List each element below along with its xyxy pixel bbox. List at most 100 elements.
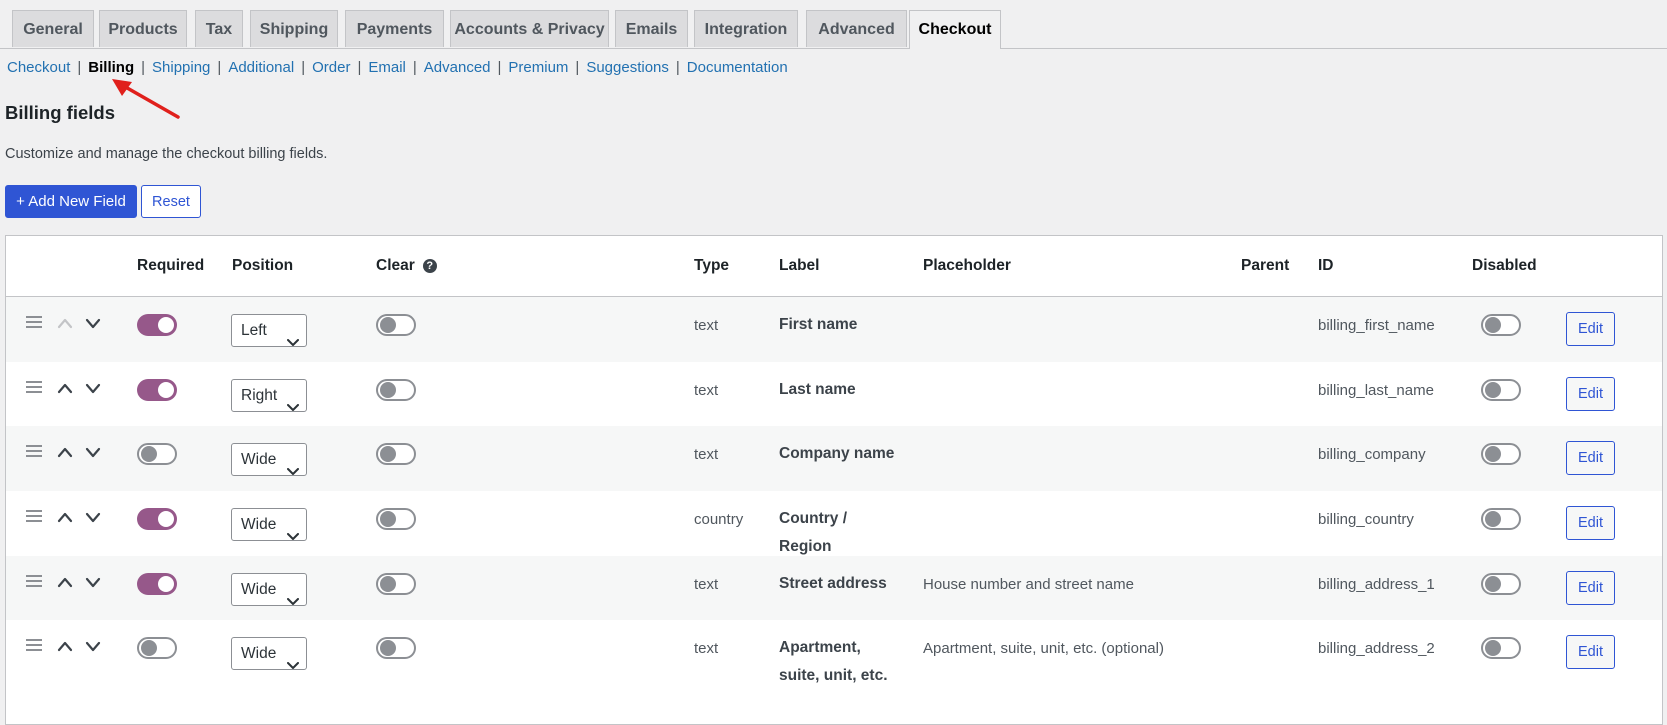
edit-button[interactable]: Edit xyxy=(1566,312,1615,346)
position-select[interactable]: Wide xyxy=(231,508,307,541)
position-select-value: Right xyxy=(241,387,278,404)
subnav-separator: | xyxy=(497,59,502,76)
disabled-toggle-knob xyxy=(1485,576,1501,592)
required-toggle[interactable] xyxy=(137,508,177,530)
clear-toggle[interactable] xyxy=(376,314,416,336)
subnav-separator: | xyxy=(357,59,362,76)
tab-products[interactable]: Products xyxy=(99,10,187,47)
position-select-value: Wide xyxy=(241,451,277,468)
required-toggle[interactable] xyxy=(137,573,177,595)
move-up-icon[interactable] xyxy=(56,380,74,396)
required-toggle-knob xyxy=(158,317,174,333)
help-icon[interactable]: ? xyxy=(422,259,437,273)
disabled-toggle[interactable] xyxy=(1481,314,1521,336)
header-clear: Clear? xyxy=(376,236,437,296)
header-label: Label xyxy=(779,257,820,274)
disabled-toggle[interactable] xyxy=(1481,573,1521,595)
position-select[interactable]: Left xyxy=(231,314,307,347)
edit-button[interactable]: Edit xyxy=(1566,635,1615,669)
disabled-toggle[interactable] xyxy=(1481,443,1521,465)
move-up-icon[interactable] xyxy=(56,444,74,460)
move-down-icon[interactable] xyxy=(84,574,102,590)
drag-handle-icon[interactable] xyxy=(26,639,42,653)
clear-toggle[interactable] xyxy=(376,508,416,530)
position-select[interactable]: Wide xyxy=(231,443,307,476)
move-down-icon[interactable] xyxy=(84,638,102,654)
subnav-premium[interactable]: Premium xyxy=(508,59,568,76)
position-select[interactable]: Right xyxy=(231,379,307,412)
required-toggle[interactable] xyxy=(137,443,177,465)
clear-toggle-knob xyxy=(380,317,396,333)
tab-general[interactable]: General xyxy=(12,10,94,47)
subnav-documentation[interactable]: Documentation xyxy=(687,59,788,76)
subnav-advanced[interactable]: Advanced xyxy=(424,59,491,76)
drag-handle-icon[interactable] xyxy=(26,381,42,395)
required-toggle-knob xyxy=(158,576,174,592)
field-type: country xyxy=(694,511,744,528)
tab-accounts-privacy[interactable]: Accounts & Privacy xyxy=(450,10,609,47)
tab-emails[interactable]: Emails xyxy=(615,10,688,47)
clear-toggle[interactable] xyxy=(376,443,416,465)
drag-handle-icon[interactable] xyxy=(26,445,42,459)
field-type: text xyxy=(694,317,719,334)
annotation-arrow xyxy=(112,79,180,119)
tab-advanced[interactable]: Advanced xyxy=(806,10,907,47)
subnav-separator: | xyxy=(217,59,222,76)
subnav-suggestions[interactable]: Suggestions xyxy=(586,59,669,76)
required-toggle-knob xyxy=(141,446,157,462)
chevron-down-icon xyxy=(287,327,299,358)
tab-checkout[interactable]: Checkout xyxy=(909,10,1001,49)
drag-handle-icon[interactable] xyxy=(26,575,42,589)
move-up-icon[interactable] xyxy=(56,509,74,525)
move-up-icon[interactable] xyxy=(56,638,74,654)
move-down-icon[interactable] xyxy=(84,315,102,331)
edit-button[interactable]: Edit xyxy=(1566,571,1615,605)
move-down-icon[interactable] xyxy=(84,380,102,396)
position-select-value: Left xyxy=(241,322,267,339)
edit-button[interactable]: Edit xyxy=(1566,377,1615,411)
disabled-toggle[interactable] xyxy=(1481,637,1521,659)
subnav-shipping[interactable]: Shipping xyxy=(152,59,210,76)
settings-tabs: General Products Tax Shipping Payments A… xyxy=(0,0,1667,49)
table-row: Wide text Company name billing_company Edit xyxy=(6,426,1662,491)
disabled-toggle[interactable] xyxy=(1481,379,1521,401)
disabled-toggle-knob xyxy=(1485,446,1501,462)
tab-payments[interactable]: Payments xyxy=(345,10,444,47)
subnav-separator: | xyxy=(141,59,146,76)
required-toggle[interactable] xyxy=(137,637,177,659)
subnav-billing[interactable]: Billing xyxy=(88,59,134,76)
subnav-additional[interactable]: Additional xyxy=(228,59,294,76)
subnav-separator: | xyxy=(301,59,306,76)
add-new-field-button[interactable]: + Add New Field xyxy=(5,185,137,218)
tab-shipping[interactable]: Shipping xyxy=(250,10,338,47)
tab-tax[interactable]: Tax xyxy=(195,10,243,47)
clear-toggle[interactable] xyxy=(376,379,416,401)
disabled-toggle[interactable] xyxy=(1481,508,1521,530)
edit-button[interactable]: Edit xyxy=(1566,441,1615,475)
drag-handle-icon[interactable] xyxy=(26,316,42,330)
field-id: billing_address_1 xyxy=(1318,576,1435,593)
tab-integration[interactable]: Integration xyxy=(694,10,798,47)
subnav-order[interactable]: Order xyxy=(312,59,350,76)
disabled-toggle-knob xyxy=(1485,640,1501,656)
move-down-icon[interactable] xyxy=(84,444,102,460)
subnav-checkout[interactable]: Checkout xyxy=(7,59,70,76)
clear-toggle[interactable] xyxy=(376,637,416,659)
header-clear-label: Clear xyxy=(376,257,415,274)
move-down-icon[interactable] xyxy=(84,509,102,525)
subnav-email[interactable]: Email xyxy=(368,59,406,76)
position-select[interactable]: Wide xyxy=(231,637,307,670)
required-toggle[interactable] xyxy=(137,314,177,336)
move-up-icon[interactable] xyxy=(56,574,74,590)
position-select[interactable]: Wide xyxy=(231,573,307,606)
clear-toggle-knob xyxy=(380,640,396,656)
required-toggle[interactable] xyxy=(137,379,177,401)
header-disabled: Disabled xyxy=(1472,257,1537,274)
header-required: Required xyxy=(137,257,205,274)
clear-toggle[interactable] xyxy=(376,573,416,595)
subnav-separator: | xyxy=(412,59,417,76)
edit-button[interactable]: Edit xyxy=(1566,506,1615,540)
drag-handle-icon[interactable] xyxy=(26,510,42,524)
field-type: text xyxy=(694,640,719,657)
reset-button[interactable]: Reset xyxy=(141,185,201,218)
